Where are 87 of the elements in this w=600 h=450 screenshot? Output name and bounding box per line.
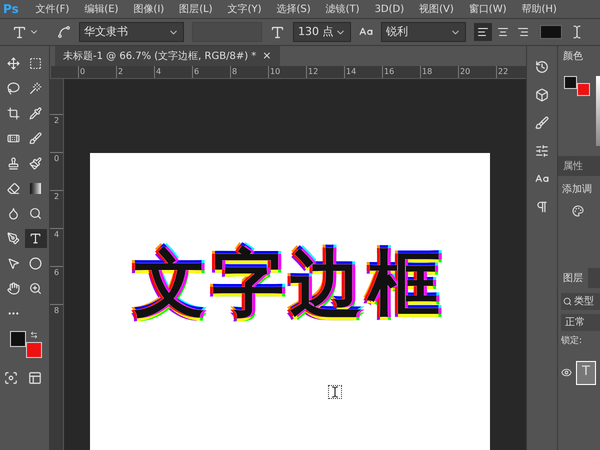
- menu-item[interactable]: 文字(Y): [228, 2, 262, 16]
- ruler-label: 8: [50, 304, 63, 342]
- ruler-label: 4: [154, 66, 192, 78]
- ruler-label: 18: [420, 66, 458, 78]
- menu-item[interactable]: 图层(L): [179, 2, 213, 16]
- ruler-label: 14: [344, 66, 382, 78]
- crop-icon: [6, 107, 20, 120]
- ruler-label: 2: [116, 66, 154, 78]
- align-icon: [517, 26, 529, 38]
- hand-icon: [6, 282, 20, 295]
- foreground-color-swatch[interactable]: [10, 331, 26, 347]
- type-tool-icon[interactable]: [12, 24, 27, 40]
- menu-item[interactable]: 文件(F): [36, 2, 70, 16]
- background-color-swatch[interactable]: [577, 83, 590, 96]
- adjustment-icon[interactable]: [572, 205, 584, 217]
- ruler-label: 6: [192, 66, 230, 78]
- ruler-label: 8: [230, 66, 268, 78]
- menu-item[interactable]: 窗口(W): [468, 2, 506, 16]
- visibility-icon[interactable]: [561, 367, 572, 378]
- ruler-label: 10: [268, 66, 306, 78]
- blend-mode-select[interactable]: 正常: [561, 314, 600, 331]
- outlined-rainbow-text: 文字边框: [134, 243, 446, 323]
- text-cursor-icon: [328, 385, 342, 399]
- quick-mask-icon[interactable]: [4, 371, 18, 385]
- marquee-icon: [29, 57, 42, 70]
- search-icon: [563, 297, 572, 306]
- font-family-select[interactable]: 华文隶书: [79, 22, 184, 42]
- align-button[interactable]: [474, 23, 492, 41]
- ruler-label: 2: [50, 190, 63, 228]
- ruler-label: 2: [50, 114, 63, 152]
- droplet-icon: [6, 207, 20, 220]
- font-size-icon: [270, 24, 285, 40]
- align-icon: [477, 26, 489, 38]
- menu-item[interactable]: 3D(D): [374, 2, 404, 16]
- type-icon: [29, 232, 42, 245]
- bandage-icon: [6, 132, 20, 145]
- sliders-icon[interactable]: [535, 144, 549, 158]
- lasso-icon: [6, 82, 20, 95]
- ruler-label: 4: [50, 228, 63, 266]
- zoom-icon: [29, 282, 42, 295]
- paintbrush-icon: [29, 157, 42, 170]
- ruler-label: 0: [50, 152, 63, 190]
- menu-item[interactable]: 选择(S): [276, 2, 311, 16]
- eraser-icon: [6, 182, 20, 195]
- background-color-swatch[interactable]: [26, 342, 42, 358]
- swap-colors-icon[interactable]: [30, 331, 38, 339]
- ellipse-icon: [29, 257, 42, 270]
- close-tab-button[interactable]: ×: [262, 48, 272, 64]
- move-icon: [6, 57, 20, 70]
- foreground-color-swatch[interactable]: [564, 76, 577, 89]
- menu-item[interactable]: 滤镜(T): [326, 2, 360, 16]
- history-icon[interactable]: [535, 60, 549, 74]
- gradient-icon: [30, 183, 42, 194]
- ruler-label: 16: [382, 66, 420, 78]
- brush-icon[interactable]: [535, 116, 549, 130]
- magic-wand-icon: [29, 82, 42, 95]
- app-logo: Ps: [2, 1, 20, 18]
- paragraph-icon[interactable]: [535, 200, 549, 214]
- text-orientation-icon[interactable]: [57, 25, 71, 39]
- align-icon: [497, 26, 509, 38]
- layer-filter-field[interactable]: 类型: [561, 293, 600, 310]
- menu-item[interactable]: 图像(I): [133, 2, 164, 16]
- lock-label: 锁定:: [561, 335, 584, 348]
- screen-mode-icon[interactable]: [28, 371, 42, 385]
- properties-text: 添加调: [562, 182, 593, 197]
- ruler-label: 6: [50, 266, 63, 304]
- layer-thumbnail: T: [576, 360, 596, 384]
- ruler-label: 20: [458, 66, 496, 78]
- panel-tab[interactable]: 图层: [558, 268, 588, 288]
- cube-icon[interactable]: [535, 88, 549, 102]
- text-color-swatch[interactable]: [540, 25, 562, 39]
- dodge-icon: [29, 207, 42, 220]
- menu-item[interactable]: 帮助(H): [522, 2, 557, 16]
- tool-button[interactable]: [24, 229, 47, 248]
- antialias-select[interactable]: 锐利: [381, 22, 466, 42]
- stamp-icon: [6, 157, 20, 170]
- ruler-label: 0: [78, 66, 116, 78]
- brush-icon: [29, 132, 42, 145]
- menu-item[interactable]: 编辑(E): [84, 2, 118, 16]
- document-tab[interactable]: 未标题-1 @ 66.7% (文字边框, RGB/8#) * ×: [55, 46, 280, 66]
- color-spectrum[interactable]: [596, 76, 600, 146]
- menu-item[interactable]: 视图(V): [419, 2, 454, 16]
- font-size-select[interactable]: 130 点: [293, 22, 351, 42]
- pen-icon: [6, 232, 20, 245]
- eyedropper-icon: [29, 107, 42, 120]
- pointer-icon: [6, 257, 20, 270]
- ruler-label: 12: [306, 66, 344, 78]
